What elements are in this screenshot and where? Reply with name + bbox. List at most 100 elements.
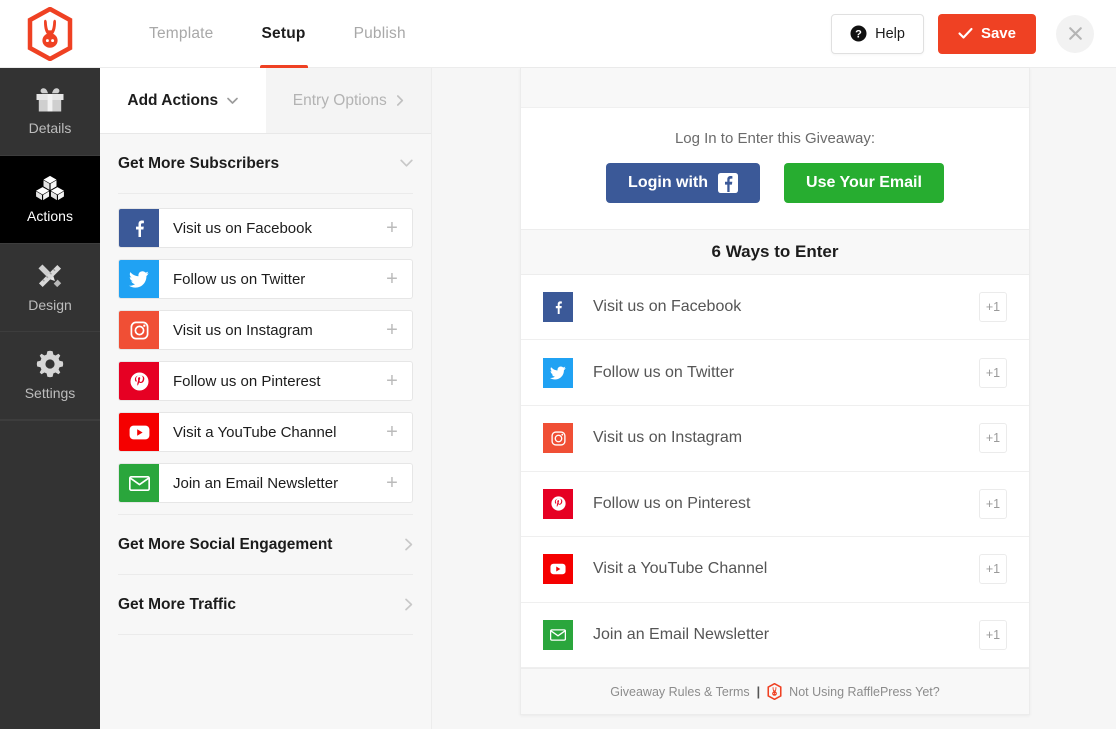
rabbit-hexagon-logo-icon <box>27 6 73 61</box>
instagram-icon <box>119 311 159 349</box>
pinterest-icon <box>543 488 573 519</box>
left-rail: Details Actions Design Settings <box>0 68 100 729</box>
pinterest-icon <box>119 362 159 400</box>
add-action-youtube-button[interactable]: + <box>372 421 412 444</box>
save-button-label: Save <box>980 25 1016 42</box>
chevron-right-icon <box>396 95 403 106</box>
rail-item-actions[interactable]: Actions <box>0 156 100 244</box>
rail-item-design-label: Design <box>28 297 72 313</box>
action-row-email[interactable]: Join an Email Newsletter + <box>118 463 413 503</box>
rail-item-settings[interactable]: Settings <box>0 332 100 420</box>
tab-setup[interactable]: Setup <box>238 0 330 68</box>
action-row-twitter[interactable]: Follow us on Twitter + <box>118 259 413 299</box>
entry-row-email-label: Join an Email Newsletter <box>593 626 770 643</box>
ways-to-enter-title: 6 Ways to Enter <box>711 241 839 261</box>
add-action-pinterest-button[interactable]: + <box>372 370 412 393</box>
actions-panel: Add Actions Entry Options Get More Subsc… <box>100 68 432 729</box>
action-row-email-label: Join an Email Newsletter <box>173 474 339 492</box>
panel-body: Get More Subscribers Visit us on Faceboo… <box>100 134 431 635</box>
login-prompt: Log In to Enter this Giveaway: <box>674 129 876 147</box>
rail-filler <box>0 420 100 729</box>
ways-to-enter-header: 6 Ways to Enter <box>521 229 1029 275</box>
tab-publish-label: Publish <box>353 24 406 42</box>
group-get-more-subscribers[interactable]: Get More Subscribers <box>118 134 413 194</box>
instagram-icon <box>543 423 573 454</box>
action-list: Visit us on Facebook + Follow us on Twit… <box>118 194 413 503</box>
action-row-youtube[interactable]: Visit a YouTube Channel + <box>118 412 413 452</box>
giveaway-preview-card: Log In to Enter this Giveaway: Login wit… <box>520 68 1030 715</box>
rail-item-details[interactable]: Details <box>0 68 100 156</box>
add-action-facebook-button[interactable]: + <box>372 217 412 240</box>
use-your-email-button[interactable]: Use Your Email <box>784 162 944 203</box>
login-with-facebook-label: Login with <box>628 173 709 191</box>
rail-item-actions-label: Actions <box>27 208 73 224</box>
giveaway-rules-link[interactable]: Giveaway Rules & Terms <box>610 685 749 699</box>
entry-row-youtube-label: Visit a YouTube Channel <box>593 560 768 578</box>
preview-footer: Giveaway Rules & Terms | Not Using Raffl… <box>521 668 1029 714</box>
footer-separator: | <box>756 684 761 699</box>
gear-icon <box>36 350 64 378</box>
youtube-icon <box>119 413 159 451</box>
rail-item-settings-label: Settings <box>24 385 76 401</box>
save-button[interactable]: Save <box>937 13 1036 54</box>
preview-header-band <box>521 68 1029 108</box>
group-get-more-traffic-label: Get More Traffic <box>118 595 236 613</box>
rail-item-details-label: Details <box>28 120 72 136</box>
entry-points-badge: +1 <box>979 488 1007 519</box>
entry-points-badge: +1 <box>979 423 1007 454</box>
action-row-instagram[interactable]: Visit us on Instagram + <box>118 310 413 350</box>
twitter-icon <box>119 260 159 298</box>
preview-area: Log In to Enter this Giveaway: Login wit… <box>432 68 1116 729</box>
rail-item-design[interactable]: Design <box>0 244 100 332</box>
top-bar-actions: ? Help Save <box>831 13 1116 54</box>
action-row-pinterest[interactable]: Follow us on Pinterest + <box>118 361 413 401</box>
login-with-facebook-button[interactable]: Login with <box>606 162 761 203</box>
panel-tab-add-actions[interactable]: Add Actions <box>100 68 266 133</box>
help-button-label: Help <box>875 25 905 42</box>
help-button[interactable]: ? Help <box>831 13 924 54</box>
entry-row-pinterest[interactable]: Follow us on Pinterest +1 <box>521 472 1029 538</box>
entry-list: Visit us on Facebook +1 Follow us on Twi… <box>521 275 1029 669</box>
check-icon <box>958 27 973 39</box>
close-button[interactable] <box>1056 14 1094 53</box>
action-row-facebook[interactable]: Visit us on Facebook + <box>118 208 413 248</box>
panel-tab-entry-options-label: Entry Options <box>292 91 387 109</box>
group-get-more-subscribers-label: Get More Subscribers <box>118 154 280 172</box>
entry-row-facebook-label: Visit us on Facebook <box>593 298 742 316</box>
facebook-icon <box>718 172 739 193</box>
entry-row-email[interactable]: Join an Email Newsletter +1 <box>521 603 1029 669</box>
entry-row-twitter-label: Follow us on Twitter <box>593 363 735 381</box>
panel-tabs: Add Actions Entry Options <box>100 68 431 134</box>
rafflepress-promo-link[interactable]: Not Using RafflePress Yet? <box>789 685 940 699</box>
entry-row-twitter[interactable]: Follow us on Twitter +1 <box>521 340 1029 406</box>
entry-points-badge: +1 <box>979 554 1007 585</box>
facebook-icon <box>543 292 573 323</box>
entry-row-instagram[interactable]: Visit us on Instagram +1 <box>521 406 1029 472</box>
entry-points-badge: +1 <box>979 620 1007 650</box>
entry-row-youtube[interactable]: Visit a YouTube Channel +1 <box>521 537 1029 603</box>
close-icon <box>1068 27 1082 40</box>
envelope-icon <box>543 620 573 650</box>
question-circle-icon: ? <box>850 25 867 42</box>
tab-publish[interactable]: Publish <box>330 0 430 68</box>
add-action-twitter-button[interactable]: + <box>372 268 412 291</box>
envelope-icon <box>119 464 159 502</box>
group-get-more-traffic[interactable]: Get More Traffic <box>118 575 413 635</box>
panel-tab-entry-options[interactable]: Entry Options <box>265 68 431 133</box>
entry-points-badge: +1 <box>979 292 1007 323</box>
twitter-icon <box>543 357 573 388</box>
svg-text:?: ? <box>855 28 862 40</box>
brand-logo[interactable] <box>0 0 100 68</box>
entry-points-badge: +1 <box>979 357 1007 388</box>
action-row-facebook-label: Visit us on Facebook <box>173 219 312 237</box>
preview-login-section: Log In to Enter this Giveaway: Login wit… <box>521 108 1029 230</box>
group-get-more-social-engagement[interactable]: Get More Social Engagement <box>118 515 413 575</box>
tab-template-label: Template <box>149 24 214 42</box>
tab-template[interactable]: Template <box>125 0 238 68</box>
add-action-instagram-button[interactable]: + <box>372 319 412 342</box>
youtube-icon <box>543 554 573 585</box>
entry-row-facebook[interactable]: Visit us on Facebook +1 <box>521 275 1029 341</box>
entry-row-pinterest-label: Follow us on Pinterest <box>593 494 751 512</box>
add-action-email-button[interactable]: + <box>372 472 412 495</box>
top-bar: Template Setup Publish ? Help Save <box>0 0 1116 68</box>
